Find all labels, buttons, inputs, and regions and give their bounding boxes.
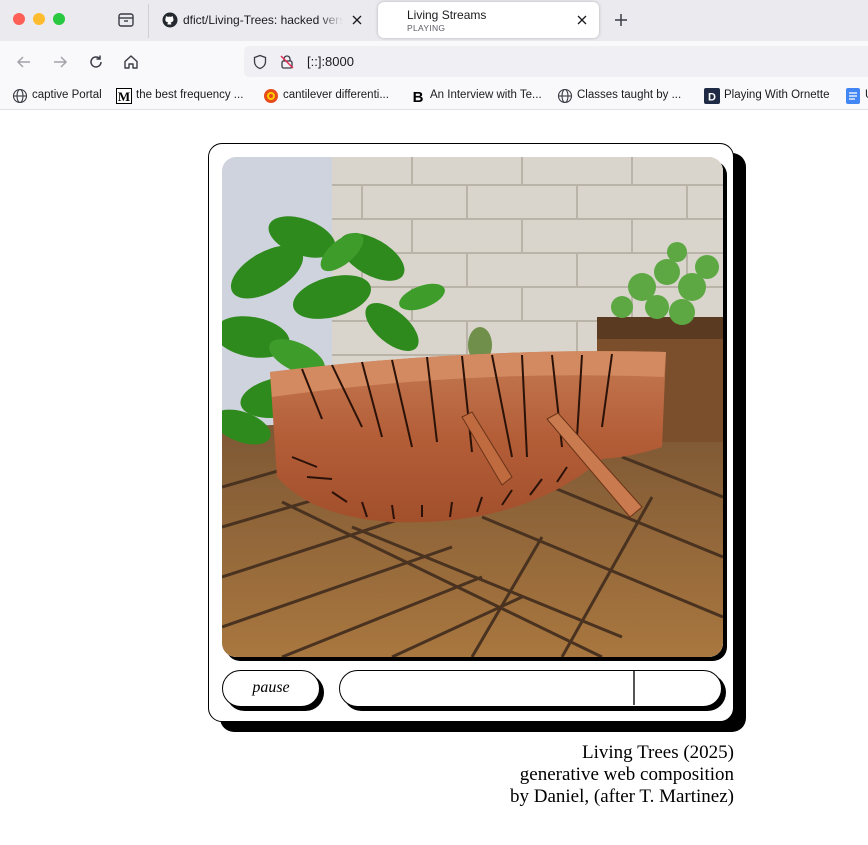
svg-text:D: D [708, 92, 716, 104]
tab-list-icon[interactable] [116, 10, 136, 30]
home-icon[interactable] [122, 53, 140, 71]
flower-icon [263, 88, 279, 104]
shield-icon[interactable] [252, 54, 268, 70]
url-text[interactable]: [::]:8000 [307, 54, 354, 69]
close-tab-icon[interactable] [575, 13, 589, 27]
slider-thumb[interactable] [633, 671, 635, 705]
close-tab-icon[interactable] [350, 13, 364, 27]
caption-subtitle: generative web composition [519, 764, 734, 785]
svg-text:B: B [413, 89, 424, 104]
zoom-window-button[interactable] [53, 13, 65, 25]
github-icon [162, 12, 178, 28]
bookmarks-toolbar: captive Portal M the best frequency ... … [0, 82, 868, 110]
tab-github[interactable]: dfict/Living-Trees: hacked versi [152, 2, 374, 38]
insecure-lock-icon[interactable] [279, 54, 295, 70]
artwork-image [222, 157, 723, 657]
back-arrow-icon[interactable] [15, 53, 33, 71]
new-tab-icon[interactable] [612, 11, 630, 29]
tab-bar: dfict/Living-Trees: hacked versi Living … [0, 0, 868, 41]
tab-divider [148, 4, 149, 38]
close-window-button[interactable] [13, 13, 25, 25]
globe-icon [557, 88, 573, 104]
tab-living-streams[interactable]: Living Streams PLAYING [378, 2, 599, 38]
tab-title: dfict/Living-Trees: hacked versi [183, 13, 343, 27]
minimize-window-button[interactable] [33, 13, 45, 25]
playback-slider[interactable] [339, 670, 722, 707]
medium-icon: M [116, 88, 132, 104]
forward-arrow-icon[interactable] [51, 53, 69, 71]
caption-credit: by Daniel, (after T. Martinez) [509, 786, 734, 807]
bold-b-icon: B [410, 88, 426, 106]
pause-button[interactable]: pause [222, 670, 320, 707]
d-icon: D [704, 88, 720, 104]
caption-title: Living Trees (2025) [582, 742, 734, 763]
player-card: pause [208, 143, 734, 722]
tab-title: Living Streams [407, 8, 487, 22]
globe-icon [12, 88, 28, 104]
navigation-bar: [::]:8000 [0, 41, 868, 82]
svg-text:M: M [118, 89, 130, 104]
caption: Living Trees (2025) generative web compo… [510, 742, 734, 808]
address-bar[interactable]: [::]:8000 [244, 46, 868, 77]
reload-icon[interactable] [87, 53, 105, 71]
doc-icon [845, 88, 861, 104]
tab-playing-label: PLAYING [407, 23, 446, 33]
